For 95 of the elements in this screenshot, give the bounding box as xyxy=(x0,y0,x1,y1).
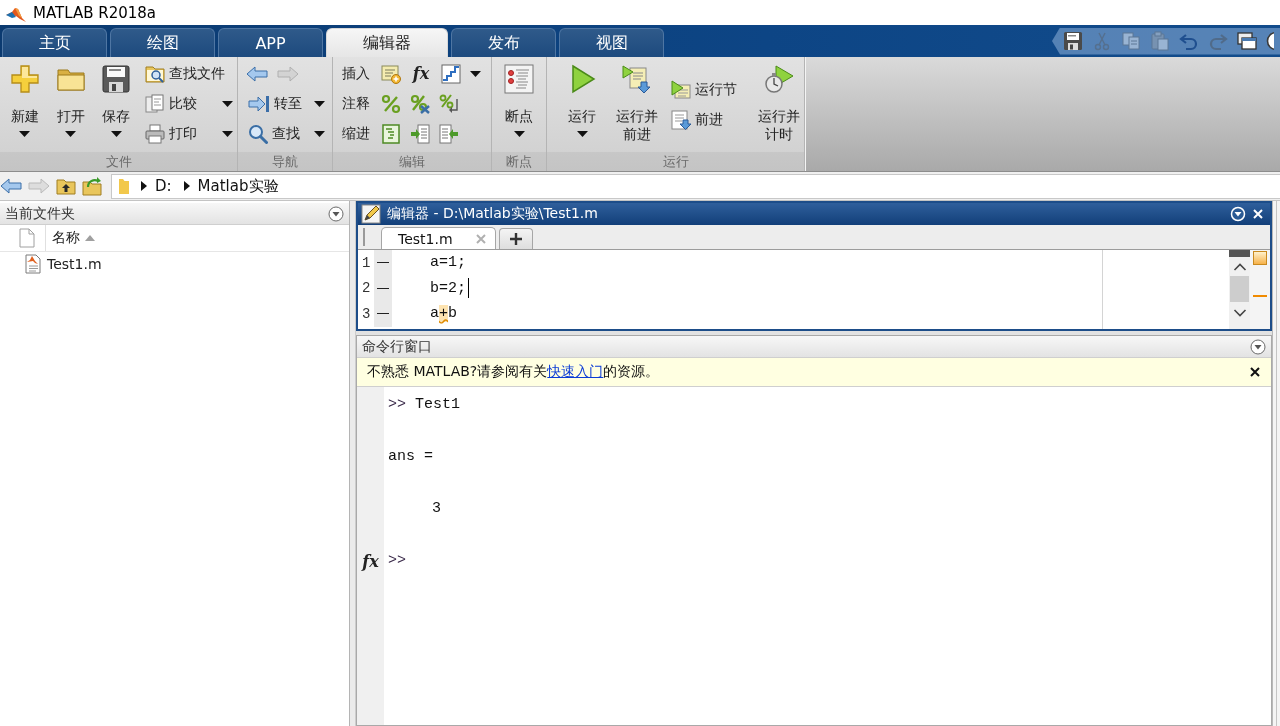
panel-menu-icon[interactable] xyxy=(328,205,344,222)
run-time-button[interactable]: 运行并计时 xyxy=(756,57,802,150)
ribbon-tab[interactable]: 编辑器 xyxy=(326,28,448,57)
stair-chart-icon[interactable] xyxy=(441,64,461,84)
new-button[interactable]: 新建 xyxy=(2,57,48,150)
ribbon-group-label: 断点 xyxy=(492,152,546,171)
warning-marker-icon[interactable] xyxy=(1253,295,1267,297)
print-button[interactable]: 打印 xyxy=(143,121,235,147)
go-to-button[interactable]: 转至 xyxy=(246,91,327,117)
document-dots-icon xyxy=(504,64,534,94)
dash-icon[interactable] xyxy=(377,287,389,289)
path-segment[interactable]: D: xyxy=(154,177,173,195)
advance-button[interactable]: 前进 xyxy=(669,106,747,133)
ribbon-tab[interactable]: 绘图 xyxy=(110,28,215,57)
run-section-button[interactable]: 运行节 xyxy=(669,76,747,103)
ribbon-group-label: 运行 xyxy=(547,152,804,171)
row-label: 插入 xyxy=(342,65,371,83)
plus-icon xyxy=(508,232,523,246)
chevron-right-icon[interactable] xyxy=(183,181,190,191)
find-button[interactable]: 查找 xyxy=(246,121,327,147)
scroll-up-icon[interactable] xyxy=(1232,263,1247,271)
run-advance-button[interactable]: 运行并前进 xyxy=(614,57,660,150)
documents-icon xyxy=(145,94,165,114)
row-label: 注释 xyxy=(342,95,371,113)
ribbon-group-label: 文件 xyxy=(0,152,237,171)
percent-icon[interactable] xyxy=(381,94,401,114)
open-button[interactable]: 打开 xyxy=(47,57,94,150)
code-line: a=1; xyxy=(430,254,466,272)
quick-start-link[interactable]: 快速入门 xyxy=(547,363,604,379)
script-file-icon xyxy=(23,254,43,274)
line-number: 2 xyxy=(361,280,372,297)
panel-title: 当前文件夹 xyxy=(5,204,75,223)
scrollbar[interactable] xyxy=(1229,250,1250,329)
ribbon-tab[interactable]: APP xyxy=(218,28,323,57)
command-line: >> Test1 xyxy=(388,395,461,415)
arrow-to-bar-icon xyxy=(248,94,270,114)
line-number: 1 xyxy=(361,254,372,271)
ribbon-group-label: 编辑 xyxy=(333,152,491,171)
scroll-down-icon[interactable] xyxy=(1232,309,1247,317)
panel-menu-icon[interactable] xyxy=(1250,338,1266,355)
undo-icon[interactable] xyxy=(1179,31,1199,51)
row-label: 缩进 xyxy=(342,125,371,143)
function-button[interactable]: fx xyxy=(410,63,432,85)
status-indicator-icon[interactable] xyxy=(1253,251,1267,265)
indent-left-icon[interactable] xyxy=(439,124,459,144)
chevron-right-icon[interactable] xyxy=(141,181,147,191)
panel-title: 命令行窗口 xyxy=(362,337,432,356)
editor-tab[interactable]: Test1.m xyxy=(381,227,496,249)
breakpoints-button[interactable]: 断点 xyxy=(495,57,543,150)
printer-icon xyxy=(145,124,165,144)
plus-icon xyxy=(9,64,40,94)
document-plus-icon[interactable] xyxy=(381,64,401,84)
folder-search-icon xyxy=(145,64,165,84)
close-icon[interactable] xyxy=(1249,366,1261,378)
code-line: a+b xyxy=(430,305,458,323)
panel-title: 编辑器 - D:\Matlab实验\Test1.m xyxy=(387,205,598,223)
windows-icon[interactable] xyxy=(1237,31,1257,51)
folder-arrow-icon[interactable] xyxy=(82,176,104,196)
compare-button[interactable]: 比较 xyxy=(143,91,235,117)
percent-cross-icon[interactable] xyxy=(410,94,430,114)
split-handle[interactable] xyxy=(1229,250,1250,257)
folder-up-icon[interactable] xyxy=(56,176,76,196)
dash-icon[interactable] xyxy=(377,262,389,264)
run-button[interactable]: 运行 xyxy=(559,57,605,150)
file-item[interactable]: Test1.m xyxy=(0,252,349,276)
percent-arrow-icon[interactable] xyxy=(439,94,459,114)
document-icon xyxy=(19,228,35,248)
function-browser-button[interactable]: fx xyxy=(362,549,379,573)
column-header[interactable]: 名称 xyxy=(46,225,95,251)
indent-right-icon[interactable] xyxy=(410,124,430,144)
dash-icon[interactable] xyxy=(377,313,389,315)
scrollbar-thumb[interactable] xyxy=(1230,276,1249,302)
output-value: 3 xyxy=(432,499,441,519)
ribbon-tab[interactable]: 发布 xyxy=(451,28,556,57)
save-button[interactable]: 保存 xyxy=(93,57,139,150)
path-segment[interactable]: Matlab实验 xyxy=(196,176,280,196)
command-prompt[interactable]: >> xyxy=(388,548,406,574)
play-document-arrow-icon xyxy=(622,64,652,94)
document-lines-icon[interactable] xyxy=(381,124,401,144)
grip-icon[interactable] xyxy=(362,228,366,246)
output-text: ans = xyxy=(388,447,433,467)
arrow-left-icon[interactable] xyxy=(246,66,268,82)
search-icon xyxy=(248,124,268,144)
play-document-icon xyxy=(671,79,691,100)
line-number: 3 xyxy=(361,305,372,322)
ribbon-tab[interactable]: 主页 xyxy=(2,28,107,57)
notice-text: 不熟悉 MATLAB?请参阅有关快速入门的资源。 xyxy=(367,363,660,381)
ribbon-tab[interactable]: 视图 xyxy=(559,28,664,57)
ribbon-group-label: 导航 xyxy=(238,152,332,171)
find-files-button[interactable]: 查找文件 xyxy=(143,61,235,87)
stopwatch-play-icon xyxy=(764,64,794,94)
new-tab-button[interactable] xyxy=(498,228,533,249)
arrow-left-icon[interactable] xyxy=(0,178,22,194)
code-line: b=2; xyxy=(430,279,466,297)
window-title: MATLAB R2018a xyxy=(33,3,156,22)
